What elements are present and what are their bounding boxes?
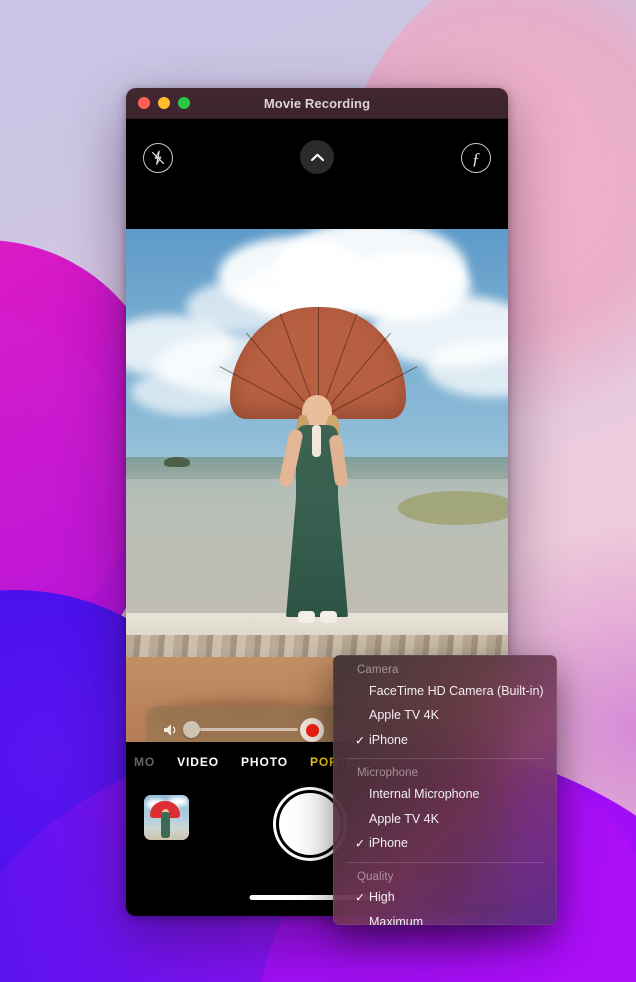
menu-section-header-quality: Quality: [357, 870, 394, 883]
camera-settings-menu: Camera FaceTime HD Camera (Built-in) App…: [333, 655, 557, 925]
menu-item-facetime-hd-camera[interactable]: FaceTime HD Camera (Built-in): [333, 679, 557, 704]
check-icon: ✓: [355, 836, 366, 851]
menu-separator: [347, 861, 543, 863]
mode-slo-mo-partial[interactable]: MO: [134, 755, 155, 769]
menu-item-label: Apple TV 4K: [369, 811, 439, 826]
speaker-icon[interactable]: [162, 722, 180, 738]
check-icon: ✓: [355, 733, 366, 748]
maximize-button[interactable]: [178, 97, 190, 109]
minimize-button[interactable]: [158, 97, 170, 109]
record-button[interactable]: [300, 718, 324, 742]
menu-item-label: iPhone: [369, 733, 408, 747]
volume-slider-track[interactable]: [190, 728, 298, 731]
distant-islet: [164, 457, 190, 467]
menu-item-label: iPhone: [369, 836, 408, 851]
record-dot-icon: [305, 723, 319, 737]
menu-item-apple-tv-4k-camera[interactable]: Apple TV 4K: [333, 704, 557, 729]
traffic-lights: [138, 97, 190, 109]
menu-item-label: Internal Microphone: [369, 786, 480, 801]
camera-toolbar: ƒ: [126, 119, 508, 229]
desktop-wallpaper: Movie Recording ƒ MO VIDEO PHOTO Camera …: [0, 0, 636, 982]
umbrella-handle: [312, 425, 321, 457]
close-button[interactable]: [138, 97, 150, 109]
menu-item-quality-maximum[interactable]: Maximum: [333, 910, 557, 925]
menu-item-label: FaceTime HD Camera (Built-in): [369, 683, 544, 698]
chevron-up-icon[interactable]: [300, 140, 334, 174]
subject-sandal-right: [320, 611, 337, 623]
sandbar: [398, 491, 508, 525]
menu-item-iphone-camera[interactable]: ✓ iPhone: [333, 729, 557, 754]
menu-section-header-camera: Camera: [357, 664, 399, 676]
menu-item-apple-tv-4k-microphone[interactable]: Apple TV 4K: [333, 807, 557, 832]
flash-off-icon[interactable]: [143, 143, 173, 173]
menu-section-header-microphone: Microphone: [357, 767, 419, 780]
window-titlebar[interactable]: Movie Recording: [126, 88, 508, 119]
cloud: [131, 369, 246, 415]
subject-sandal-left: [298, 611, 315, 623]
volume-slider-knob[interactable]: [183, 721, 200, 738]
last-photo-thumbnail[interactable]: [144, 795, 189, 840]
mode-video[interactable]: VIDEO: [177, 755, 219, 769]
mode-photo[interactable]: PHOTO: [241, 755, 288, 769]
effects-f-glyph: ƒ: [471, 148, 481, 168]
menu-item-label: Apple TV 4K: [369, 708, 439, 723]
menu-item-internal-microphone[interactable]: Internal Microphone: [333, 782, 557, 807]
effects-f-icon[interactable]: ƒ: [461, 143, 491, 173]
menu-item-label: High: [369, 890, 395, 904]
menu-separator: [347, 758, 543, 760]
menu-item-iphone-microphone[interactable]: ✓ iPhone: [333, 832, 557, 857]
menu-item-quality-high[interactable]: ✓ High: [333, 886, 557, 911]
menu-item-label: Maximum: [369, 914, 424, 925]
check-icon: ✓: [355, 890, 366, 905]
